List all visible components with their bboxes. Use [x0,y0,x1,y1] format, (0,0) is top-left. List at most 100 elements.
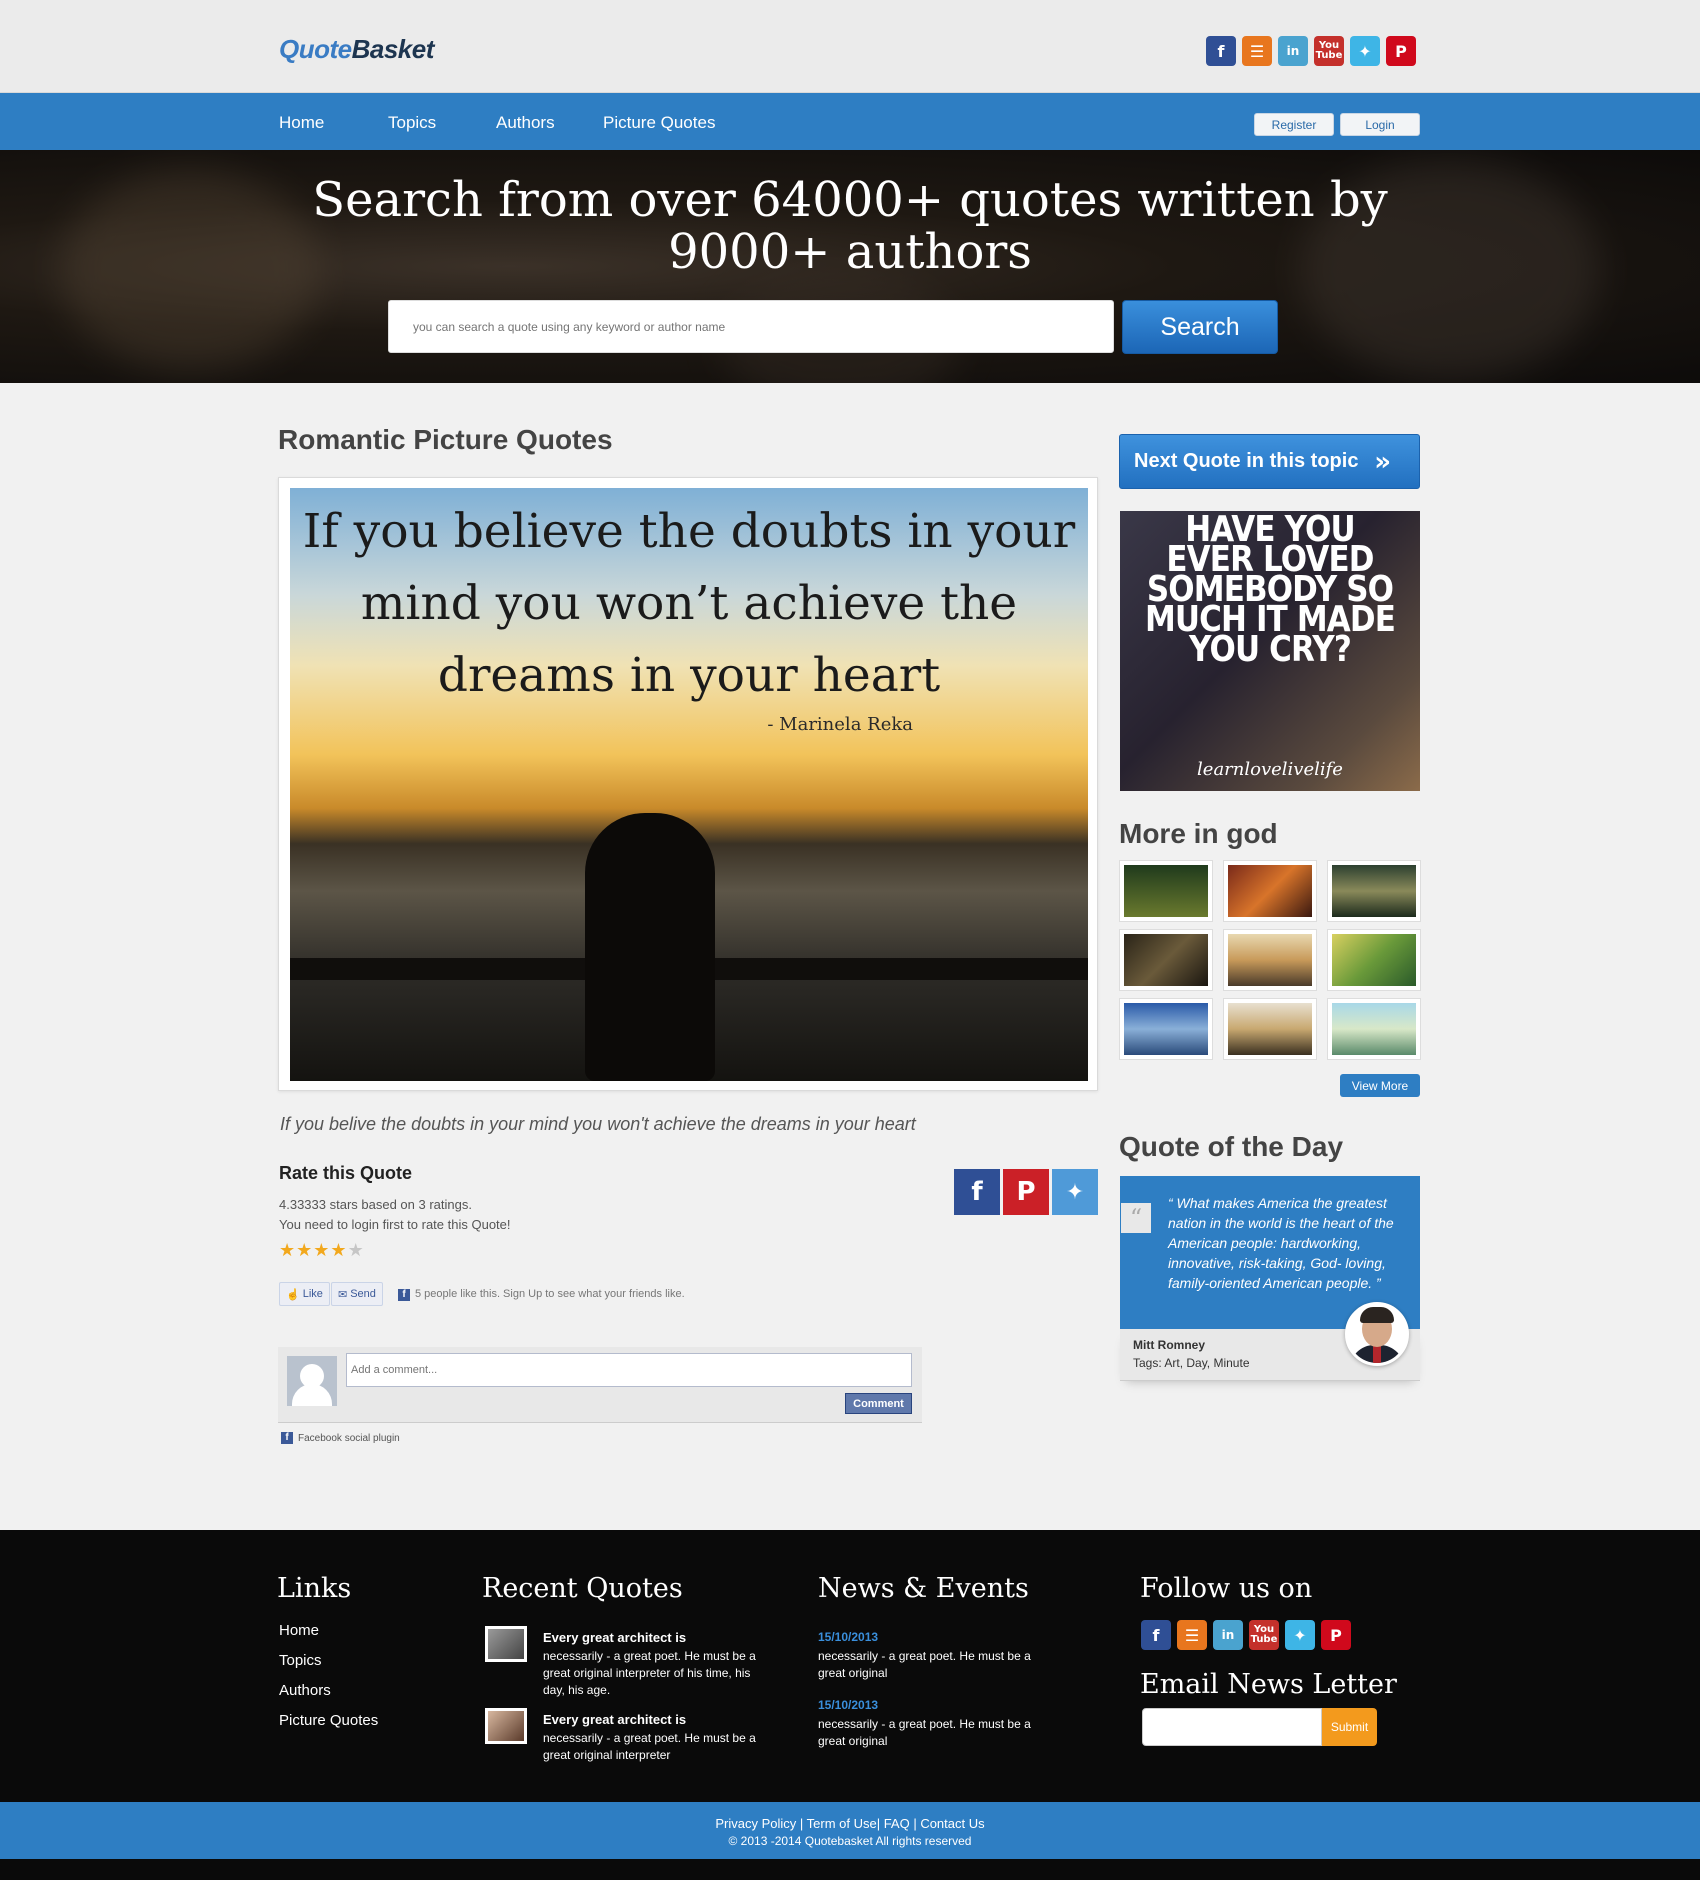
thumbnail[interactable] [1223,929,1317,991]
main-nav: Home Topics Authors Picture Quotes Regis… [0,93,1700,150]
bottom-strip [0,1859,1700,1880]
next-quote-button[interactable]: Next Quote in this topic » [1119,434,1420,489]
youtube-icon[interactable]: You Tube [1314,36,1344,66]
qod-author[interactable]: Mitt Romney [1133,1338,1205,1352]
news-text[interactable]: necessarily - a great poet. He must be a… [818,1648,1043,1682]
author-avatar[interactable] [1345,1302,1409,1366]
nav-item-picture-quotes[interactable]: Picture Quotes [603,113,715,133]
page-title: Romantic Picture Quotes [278,424,613,455]
news-events-title: News & Events [818,1573,1029,1604]
promo-signature: learnlovelivelife [1197,759,1343,780]
footer-link-topics[interactable]: Topics [279,1652,322,1669]
twitter-icon[interactable]: ✦ [1285,1620,1315,1650]
rss-icon[interactable]: ☰ [1177,1620,1207,1650]
twitter-icon[interactable]: ✦ [1350,36,1380,66]
thumbnail[interactable] [1223,860,1317,922]
linkedin-icon[interactable]: in [1213,1620,1243,1650]
fb-like-note: f5 people like this. Sign Up to see what… [398,1288,685,1301]
footer-legal-links[interactable]: Privacy Policy | Term of Use| FAQ | Cont… [0,1816,1700,1831]
star-icon[interactable]: ★ [330,1240,346,1261]
rating-stars[interactable]: ★ ★ ★ ★ ★ [279,1240,364,1261]
comment-button[interactable]: Comment [845,1393,912,1414]
hero-search: Search from over 64000+ quotes written b… [0,150,1700,383]
recent-quote-title[interactable]: Every great architect is [543,1712,686,1727]
youtube-icon[interactable]: You Tube [1249,1620,1279,1650]
facebook-icon[interactable]: f [1141,1620,1171,1650]
thumbnail[interactable] [1119,860,1213,922]
search-input[interactable] [388,300,1114,353]
star-icon[interactable]: ★ [296,1240,312,1261]
recent-quote-thumb[interactable] [485,1626,527,1662]
facebook-icon[interactable]: f [1206,36,1236,66]
newsletter-email-input[interactable] [1142,1708,1322,1746]
rating-login-note: You need to login first to rate this Quo… [279,1217,511,1232]
avatar [287,1356,337,1406]
qod-tags: Tags: Art, Day, Minute [1133,1356,1250,1370]
news-date: 15/10/2013 [818,1630,879,1644]
promo-text: HAVE YOU EVER LOVED SOMEBODY SO MUCH IT … [1144,511,1396,670]
recent-quote-text: necessarily - a great poet. He must be a… [543,1731,756,1762]
rss-icon[interactable]: ☰ [1242,36,1272,66]
qod-text: “ What makes America the greatest nation… [1168,1195,1394,1291]
share-pinterest-icon[interactable]: P [1003,1169,1049,1215]
star-icon[interactable]: ★ [313,1240,329,1261]
recent-quote-text: necessarily - a great poet. He must be a… [543,1649,756,1697]
thumbnail[interactable] [1327,860,1421,922]
image-quote-text: If you believe the doubts in your mind y… [302,504,1076,703]
footer: Links Home Topics Authors Picture Quotes… [0,1530,1700,1802]
fb-plugin-label: f Facebook social plugin [281,1432,400,1444]
register-button[interactable]: Register [1254,113,1334,136]
news-text[interactable]: necessarily - a great poet. He must be a… [818,1716,1043,1750]
pinterest-icon[interactable]: P [1321,1620,1351,1650]
share-facebook-icon[interactable]: f [954,1169,1000,1215]
qod-title: Quote of the Day [1119,1131,1344,1162]
comment-box: Comment [278,1347,922,1423]
hero-title: Search from over 64000+ quotes written b… [312,172,1388,280]
more-section-title: More in god [1119,818,1278,849]
copyright: © 2013 -2014 Quotebasket All rights rese… [728,1834,972,1848]
header-social-links: f ☰ in You Tube ✦ P [1206,36,1416,66]
thumbnail[interactable] [1119,929,1213,991]
newsletter-submit-button[interactable]: Submit [1322,1708,1377,1746]
rating-summary: 4.33333 stars based on 3 ratings. [279,1197,472,1212]
recent-quotes-title: Recent Quotes [482,1573,683,1604]
footer-link-home[interactable]: Home [279,1622,319,1639]
recent-quote-title[interactable]: Every great architect is [543,1630,686,1645]
follow-us-title: Follow us on [1140,1573,1313,1604]
comment-input[interactable] [346,1353,912,1387]
share-twitter-icon[interactable]: ✦ [1052,1169,1098,1215]
logo[interactable]: QuoteBasket [279,34,434,65]
footer-links-title: Links [277,1573,352,1604]
thumbnail[interactable] [1119,998,1213,1060]
star-icon[interactable]: ★ [279,1240,295,1261]
promo-picture-quote[interactable]: HAVE YOU EVER LOVED SOMEBODY SO MUCH IT … [1120,511,1420,791]
thumbnail[interactable] [1223,998,1317,1060]
picture-quote-image: If you believe the doubts in your mind y… [290,488,1088,1081]
star-icon[interactable]: ★ [348,1240,364,1261]
bottom-bar: Privacy Policy | Term of Use| FAQ | Cont… [0,1802,1700,1859]
view-more-button[interactable]: View More [1340,1074,1420,1097]
facebook-icon: f [281,1432,293,1444]
linkedin-icon[interactable]: in [1278,36,1308,66]
nav-item-home[interactable]: Home [279,113,324,133]
thumbs-up-icon: ☝ [286,1288,300,1301]
footer-link-picture-quotes[interactable]: Picture Quotes [279,1712,378,1729]
login-button[interactable]: Login [1340,113,1420,136]
footer-social-links: f ☰ in You Tube ✦ P [1141,1620,1351,1650]
message-icon: ✉ [338,1288,348,1301]
news-date: 15/10/2013 [818,1698,879,1712]
thumbnail[interactable] [1327,998,1421,1060]
fb-send-button[interactable]: ✉ Send [331,1282,383,1306]
pinterest-icon[interactable]: P [1386,36,1416,66]
search-button[interactable]: Search [1122,300,1278,354]
image-quote-author: - Marinela Reka [767,714,913,735]
picture-quote-frame: If you believe the doubts in your mind y… [278,477,1098,1091]
fb-like-button[interactable]: ☝ Like [279,1282,330,1306]
footer-link-authors[interactable]: Authors [279,1682,331,1699]
facebook-icon: f [398,1289,410,1301]
thumbnail[interactable] [1327,929,1421,991]
quote-mark-icon: “ [1121,1203,1151,1233]
nav-item-authors[interactable]: Authors [496,113,555,133]
recent-quote-thumb[interactable] [485,1708,527,1744]
nav-item-topics[interactable]: Topics [388,113,436,133]
